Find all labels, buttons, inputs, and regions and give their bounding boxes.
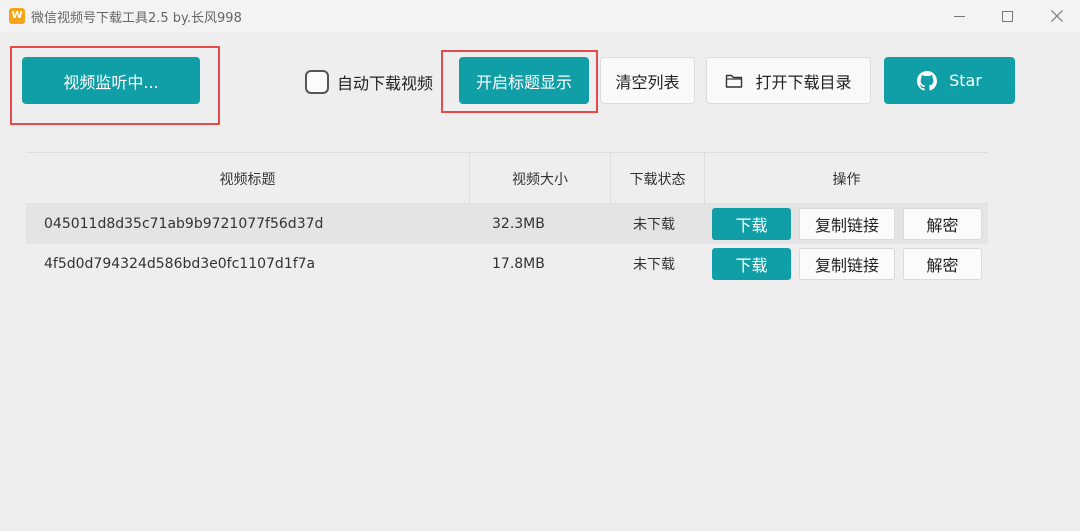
column-header-size: 视频大小 <box>512 172 568 188</box>
download-status-cell: 未下载 <box>633 257 675 273</box>
column-header-actions: 操作 <box>832 172 861 188</box>
table-header: 视频标题 视频大小 下载状态 操作 <box>26 152 988 205</box>
title-display-button[interactable]: 开启标题显示 <box>459 57 589 104</box>
copy-link-button[interactable]: 复制链接 <box>799 248 895 280</box>
star-button[interactable]: Star <box>884 57 1015 104</box>
monitor-button[interactable]: 视频监听中... <box>22 57 200 104</box>
auto-download-label: 自动下载视频 <box>337 74 434 93</box>
video-title-cell: 4f5d0d794324d586bd3e0fc1107d1f7a <box>44 256 316 272</box>
app-logo-icon: W <box>9 8 25 24</box>
maximize-button[interactable] <box>984 0 1030 32</box>
table-row[interactable]: 4f5d0d794324d586bd3e0fc1107d1f7a 17.8MB … <box>26 244 988 284</box>
download-button[interactable]: 下载 <box>712 248 791 280</box>
star-label: Star <box>949 71 982 90</box>
close-button[interactable] <box>1034 0 1080 32</box>
maximize-icon <box>1001 10 1013 22</box>
auto-download-toggle[interactable]: 自动下载视频 <box>305 68 433 96</box>
table-row[interactable]: 045011d8d35c71ab9b9721077f56d37d 32.3MB … <box>26 204 988 244</box>
video-title-cell: 045011d8d35c71ab9b9721077f56d37d <box>44 216 324 232</box>
window-title: 微信视频号下载工具2.5 by.长风998 <box>31 11 242 26</box>
video-size-cell: 17.8MB <box>492 256 545 272</box>
download-button[interactable]: 下载 <box>712 208 791 240</box>
title-bar: W 微信视频号下载工具2.5 by.长风998 <box>0 0 1080 32</box>
auto-download-checkbox[interactable] <box>305 70 329 94</box>
video-size-cell: 32.3MB <box>492 216 545 232</box>
video-table: 视频标题 视频大小 下载状态 操作 045011d8d35c71ab9b9721… <box>26 152 988 284</box>
minimize-icon <box>953 15 965 17</box>
close-icon <box>1051 10 1063 22</box>
column-header-title: 视频标题 <box>219 172 276 188</box>
folder-icon <box>726 74 743 88</box>
minimize-button[interactable] <box>936 0 982 32</box>
copy-link-button[interactable]: 复制链接 <box>799 208 895 240</box>
download-status-cell: 未下载 <box>633 217 675 233</box>
open-download-dir-button[interactable]: 打开下载目录 <box>706 57 871 104</box>
open-download-dir-label: 打开下载目录 <box>755 72 852 92</box>
column-header-status: 下载状态 <box>629 172 686 188</box>
github-icon <box>917 70 938 91</box>
decrypt-button[interactable]: 解密 <box>903 208 982 240</box>
decrypt-button[interactable]: 解密 <box>903 248 982 280</box>
clear-list-button[interactable]: 清空列表 <box>600 57 695 104</box>
